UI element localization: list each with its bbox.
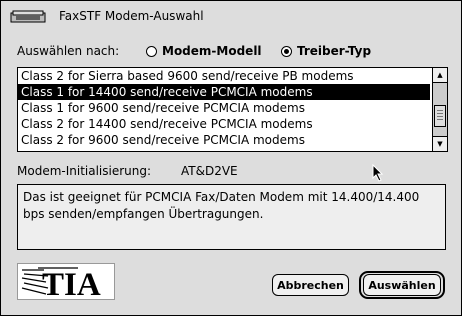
list-item[interactable]: Class 2 for 14400 send/receive PCMCIA mo… (18, 116, 430, 132)
init-string-value: AT&D2VE (181, 164, 238, 178)
scroll-thumb[interactable] (434, 105, 446, 127)
tia-logo: TIA (17, 263, 115, 303)
description-box: Das ist geeignet für PCMCIA Fax/Daten Mo… (17, 184, 446, 250)
tia-logo-text: TIA (42, 267, 101, 299)
radio-modem-model-label: Modem-Modell (162, 44, 262, 58)
list-item-selected[interactable]: Class 1 for 14400 send/receive PCMCIA mo… (18, 84, 430, 100)
driver-list-items: Class 2 for Sierra based 9600 send/recei… (18, 68, 430, 151)
radio-button-icon[interactable] (146, 45, 157, 57)
radio-modem-model[interactable]: Modem-Modell (146, 43, 262, 59)
radio-driver-type[interactable]: Treiber-Typ (281, 43, 371, 59)
list-scrollbar[interactable]: ▲ ▼ (432, 68, 447, 151)
list-item[interactable]: Class 2 for 9600 send/receive PCMCIA mod… (18, 132, 430, 148)
list-item[interactable]: Class 2 for Sierra based 9600 send/recei… (18, 68, 430, 84)
tia-logo-graphic: TIA (21, 267, 101, 303)
select-button[interactable]: Auswählen (363, 274, 441, 296)
title-bar[interactable]: FaxSTF Modem-Auswahl (1, 1, 461, 33)
window-title: FaxSTF Modem-Auswahl (59, 9, 204, 23)
radio-driver-type-label: Treiber-Typ (297, 44, 372, 58)
cancel-button[interactable]: Abbrechen (272, 274, 349, 296)
scroll-down-arrow-icon[interactable]: ▼ (433, 136, 447, 151)
init-string-label: Modem-Initialisierung: (17, 164, 152, 178)
arrow-cursor-icon (372, 164, 384, 182)
list-item[interactable]: Class 1 for 9600 send/receive PCMCIA mod… (18, 100, 430, 116)
radio-button-selected-icon[interactable] (281, 45, 292, 57)
driver-list[interactable]: Class 2 for Sierra based 9600 send/recei… (17, 67, 448, 152)
scroll-up-arrow-icon[interactable]: ▲ (433, 68, 447, 83)
modem-icon (10, 10, 46, 23)
search-by-label: Auswählen nach: (17, 44, 120, 58)
modem-selection-dialog: FaxSTF Modem-Auswahl Auswählen nach: Mod… (0, 0, 462, 316)
